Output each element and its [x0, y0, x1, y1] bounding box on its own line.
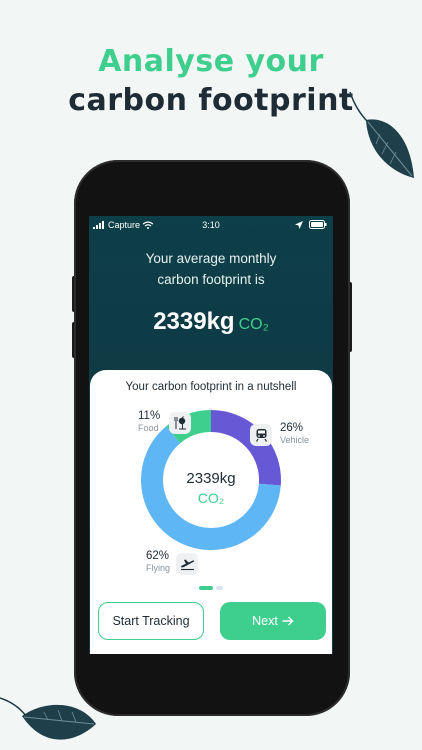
category-flying: 62% Flying — [146, 550, 170, 574]
monthly-footprint-value: 2339kg CO₂ — [89, 308, 333, 336]
headline-line-1: Analyse your — [98, 44, 324, 79]
category-food: 11% Food — [138, 410, 160, 434]
donut-center-label: 2339kg CO₂ — [90, 470, 332, 506]
monthly-footprint-unit: CO₂ — [238, 316, 269, 333]
average-footprint-line-1: Your average monthly — [145, 251, 277, 266]
train-icon — [250, 424, 272, 446]
vehicle-label: Vehicle — [280, 435, 310, 445]
food-icon — [169, 412, 191, 434]
donut-center-value: 2339kg — [186, 470, 236, 487]
flying-label: Flying — [146, 563, 171, 573]
page-dot-active[interactable] — [199, 586, 213, 590]
page-indicator — [199, 586, 223, 590]
next-button[interactable]: Next — [220, 602, 326, 640]
page-dot-inactive[interactable] — [216, 586, 223, 590]
app-screen: Capture 3:10 Your average monthly carbon… — [89, 216, 333, 654]
start-tracking-label: Start Tracking — [112, 614, 190, 628]
vehicle-percent: 26% — [280, 422, 304, 434]
average-footprint-label: Your average monthly carbon footprint is — [89, 248, 333, 290]
food-label: Food — [138, 423, 159, 433]
start-tracking-button[interactable]: Start Tracking — [98, 602, 204, 640]
flying-percent: 62% — [146, 550, 170, 562]
location-arrow-icon — [295, 220, 303, 229]
arrow-right-icon — [282, 616, 294, 626]
leaf-decoration-top-right — [349, 92, 414, 178]
category-vehicle: 26% Vehicle — [280, 422, 309, 446]
battery-icon — [309, 220, 327, 229]
plane-icon — [176, 553, 198, 575]
monthly-footprint-number: 2339kg — [153, 308, 235, 335]
next-label: Next — [252, 614, 278, 628]
donut-center-unit: CO₂ — [197, 490, 225, 506]
average-footprint-line-2: carbon footprint is — [157, 272, 265, 287]
food-percent: 11% — [138, 410, 161, 422]
footprint-summary-card: Your carbon footprint in a nutshell 2339… — [90, 370, 332, 654]
status-bar: Capture 3:10 — [89, 216, 333, 236]
